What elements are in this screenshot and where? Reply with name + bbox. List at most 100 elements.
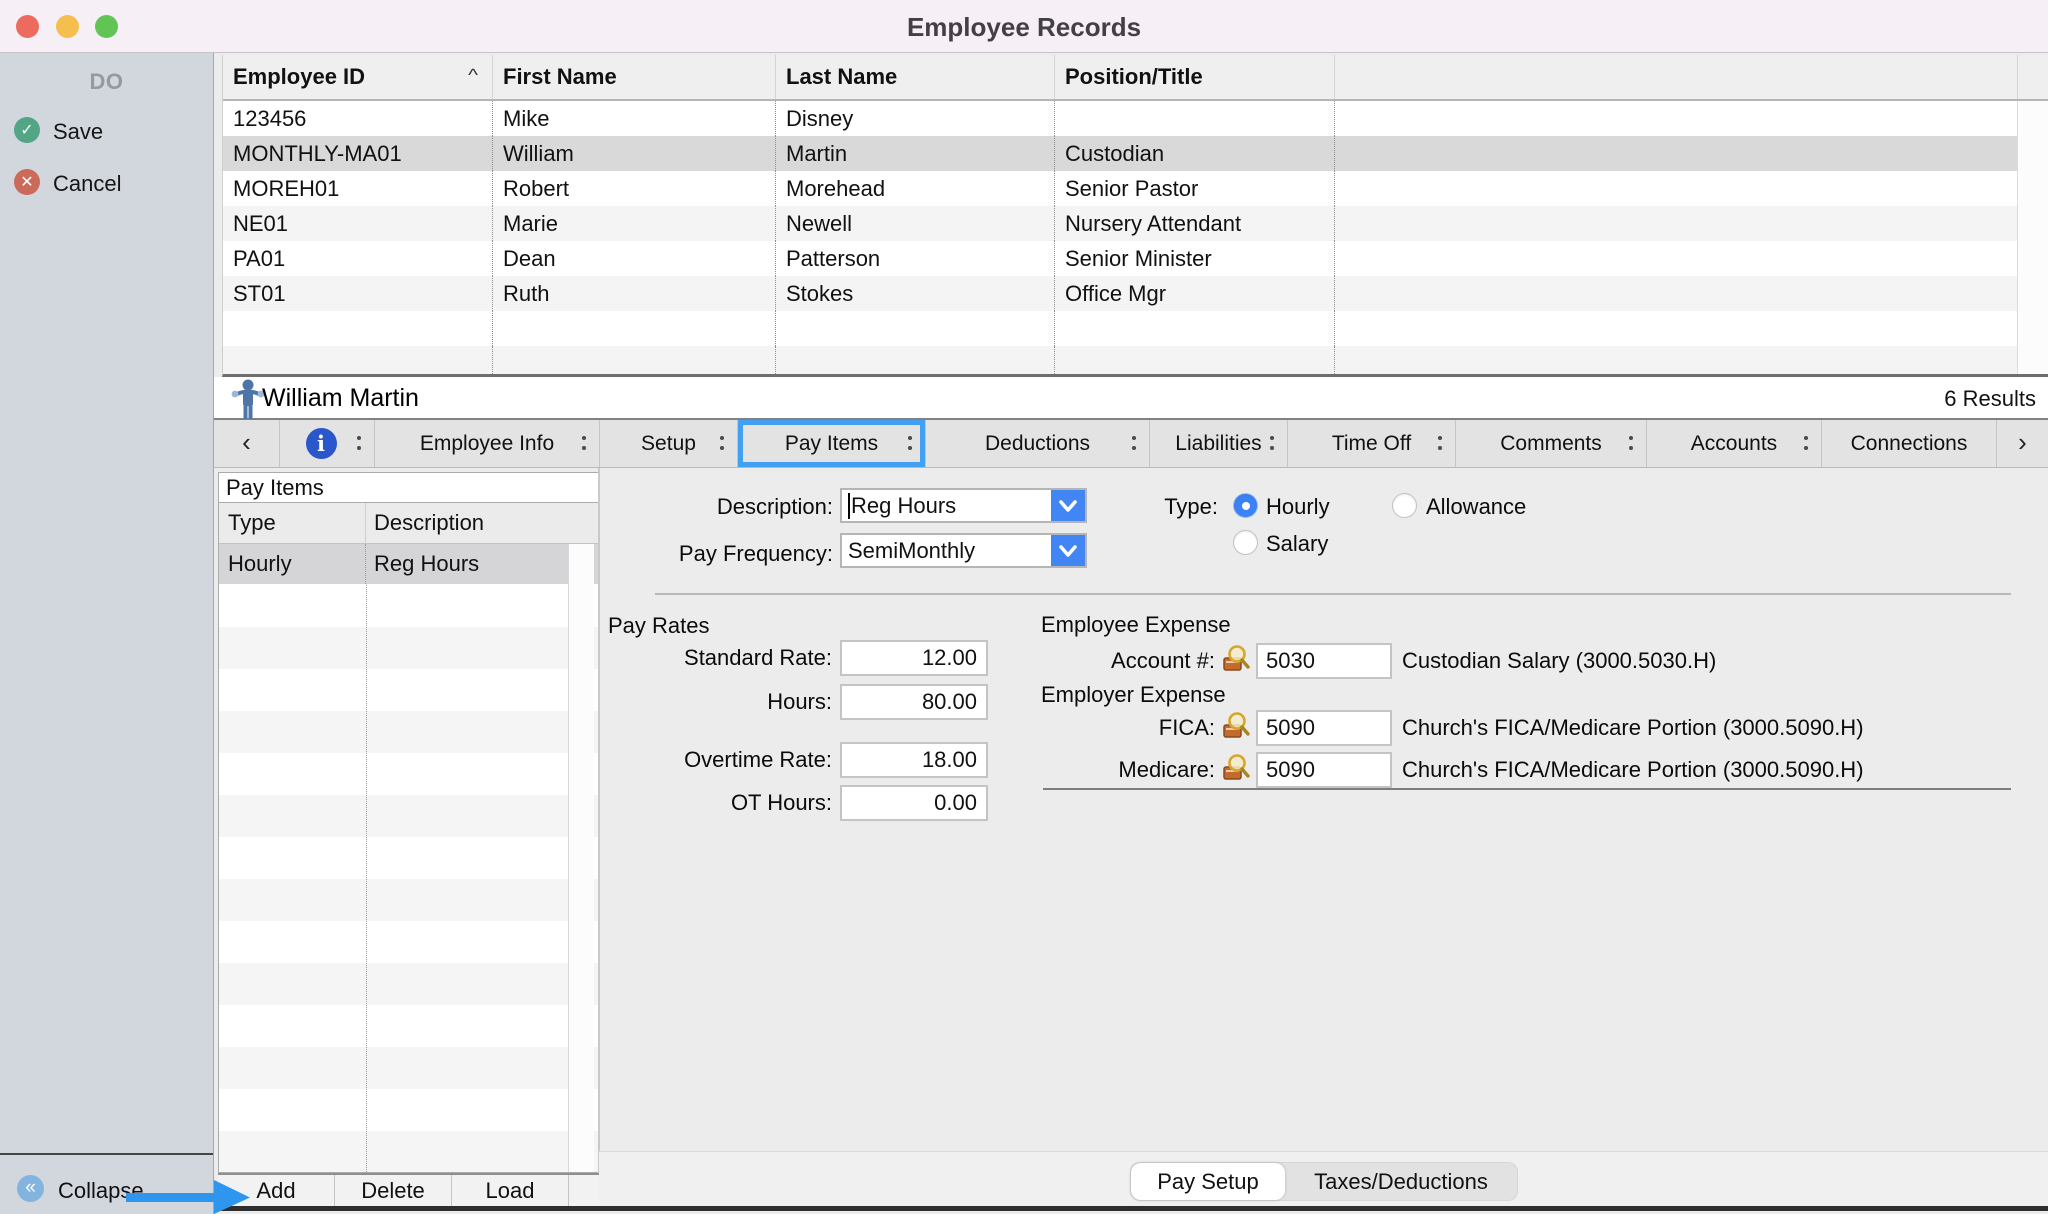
overtime-rate-label: Overtime Rate: — [600, 747, 832, 773]
table-scrollbar[interactable] — [2017, 241, 2048, 276]
employee-table: Employee ID ^ First Name Last Name Posit… — [222, 55, 2048, 377]
cell-employee-id: MONTHLY-MA01 — [223, 136, 493, 171]
radio-allowance-label: Allowance — [1426, 494, 1526, 520]
medicare-label: Medicare: — [1000, 757, 1215, 783]
pay-frequency-dropdown-button[interactable] — [1051, 535, 1085, 566]
radio-hourly[interactable] — [1233, 493, 1258, 518]
drag-dots-icon — [1132, 436, 1137, 441]
cell-last-name: Disney — [776, 101, 1055, 136]
save-button[interactable]: Save — [53, 119, 103, 145]
sort-ascending-icon: ^ — [468, 66, 478, 86]
hours-input[interactable]: 80.00 — [840, 684, 988, 720]
table-row-selected[interactable]: MONTHLY-MA01 William Martin Custodian — [223, 136, 2048, 171]
ot-hours-input[interactable]: 0.00 — [840, 785, 988, 821]
column-header-position[interactable]: Position/Title — [1055, 55, 1335, 99]
overtime-rate-input[interactable]: 18.00 — [840, 742, 988, 778]
pay-items-scrollbar[interactable] — [568, 544, 594, 1172]
cell-first-name: William — [493, 136, 776, 171]
tabs-scroll-left[interactable]: ‹ — [214, 420, 280, 467]
account-lookup-icon[interactable] — [1221, 644, 1251, 674]
pay-frequency-value: SemiMonthly — [842, 535, 1051, 566]
tab-pay-items[interactable]: Pay Items — [738, 420, 926, 467]
tab-pay-setup[interactable]: Pay Setup — [1131, 1163, 1285, 1200]
drag-dots-icon — [582, 436, 587, 441]
column-header-first-name[interactable]: First Name — [493, 55, 776, 99]
column-header-description[interactable]: Description — [366, 503, 598, 543]
table-scrollbar[interactable] — [2017, 136, 2048, 171]
drag-dots-icon — [357, 436, 362, 441]
table-row[interactable]: 123456 Mike Disney — [223, 101, 2048, 136]
cell-empty — [1055, 346, 1335, 374]
chevron-down-icon — [1058, 499, 1078, 513]
column-header-last-name[interactable]: Last Name — [776, 55, 1055, 99]
standard-rate-input[interactable]: 12.00 — [840, 640, 988, 676]
cell-empty — [776, 346, 1055, 374]
table-row[interactable]: PA01 Dean Patterson Senior Minister — [223, 241, 2048, 276]
cell-empty — [1335, 346, 2017, 374]
tab-employee-info[interactable]: Employee Info — [375, 420, 600, 467]
table-scrollbar[interactable] — [2017, 206, 2048, 241]
cell-empty — [1335, 311, 2017, 346]
account-number-input[interactable]: 5030 — [1256, 643, 1392, 679]
pay-items-button-bar: Add Delete Load — [218, 1173, 599, 1206]
chevron-right-icon: › — [2018, 427, 2027, 461]
drag-dots-icon — [1270, 436, 1275, 441]
tab-taxes-deductions[interactable]: Taxes/Deductions — [1285, 1163, 1517, 1200]
table-row[interactable]: ST01 Ruth Stokes Office Mgr — [223, 276, 2048, 311]
column-header-type[interactable]: Type — [219, 503, 366, 543]
radio-salary-label: Salary — [1266, 531, 1328, 557]
table-row-empty — [223, 346, 2048, 374]
tab-label: Pay Items — [785, 432, 878, 456]
delete-button[interactable]: Delete — [335, 1175, 452, 1206]
description-combobox[interactable]: Reg Hours — [840, 488, 1087, 523]
pay-items-empty-rows — [219, 585, 598, 1172]
medicare-account-input[interactable]: 5090 — [1256, 752, 1392, 788]
tab-connections[interactable]: Connections — [1822, 420, 1997, 467]
employee-expense-title: Employee Expense — [1041, 612, 1231, 638]
drag-dots-icon — [1629, 436, 1634, 441]
fica-lookup-icon[interactable] — [1221, 711, 1251, 741]
column-header-employee-id[interactable]: Employee ID ^ — [223, 55, 493, 99]
table-row[interactable]: MOREH01 Robert Morehead Senior Pastor — [223, 171, 2048, 206]
tab-comments[interactable]: Comments — [1456, 420, 1647, 467]
info-glyph: i — [317, 431, 325, 456]
column-label: Position/Title — [1065, 64, 1203, 90]
table-scrollbar[interactable] — [2017, 346, 2048, 374]
pay-rates-title: Pay Rates — [608, 613, 710, 639]
tab-accounts[interactable]: Accounts — [1647, 420, 1822, 467]
tab-label: Time Off — [1332, 432, 1411, 456]
tab-label: Employee Info — [420, 432, 554, 456]
type-label: Type: — [1130, 494, 1218, 520]
cell-last-name: Morehead — [776, 171, 1055, 206]
table-scrollbar[interactable] — [2017, 276, 2048, 311]
pay-item-row-selected[interactable]: Hourly Reg Hours — [219, 544, 598, 584]
tab-deductions[interactable]: Deductions — [926, 420, 1150, 467]
load-button[interactable]: Load — [452, 1175, 569, 1206]
table-scrollbar[interactable] — [2017, 171, 2048, 206]
radio-allowance[interactable] — [1392, 493, 1417, 518]
radio-salary[interactable] — [1233, 530, 1258, 555]
record-info-button[interactable]: i — [280, 420, 375, 467]
cell-first-name: Robert — [493, 171, 776, 206]
pay-frequency-combobox[interactable]: SemiMonthly — [840, 533, 1087, 568]
table-scrollbar[interactable] — [2017, 101, 2048, 136]
fica-description: Church's FICA/Medicare Portion (3000.509… — [1402, 715, 1864, 741]
description-dropdown-button[interactable] — [1051, 490, 1085, 521]
tab-liabilities[interactable]: Liabilities — [1150, 420, 1288, 467]
tabs-scroll-right[interactable]: › — [1997, 420, 2048, 467]
cell-position: Office Mgr — [1055, 276, 1335, 311]
column-label: Employee ID — [233, 64, 365, 90]
tab-setup[interactable]: Setup — [600, 420, 738, 467]
fica-account-input[interactable]: 5090 — [1256, 710, 1392, 746]
medicare-lookup-icon[interactable] — [1221, 753, 1251, 783]
window-title: Employee Records — [0, 12, 2048, 43]
cancel-button[interactable]: Cancel — [53, 171, 121, 197]
save-check-icon: ✓ — [14, 117, 40, 143]
table-row[interactable]: NE01 Marie Newell Nursery Attendant — [223, 206, 2048, 241]
tab-time-off[interactable]: Time Off — [1288, 420, 1456, 467]
table-row-empty — [223, 311, 2048, 346]
collapse-chevrons-icon[interactable]: « — [17, 1175, 44, 1202]
table-scrollbar[interactable] — [2017, 311, 2048, 346]
column-header-filler — [1335, 55, 2017, 99]
cell-empty — [493, 346, 776, 374]
